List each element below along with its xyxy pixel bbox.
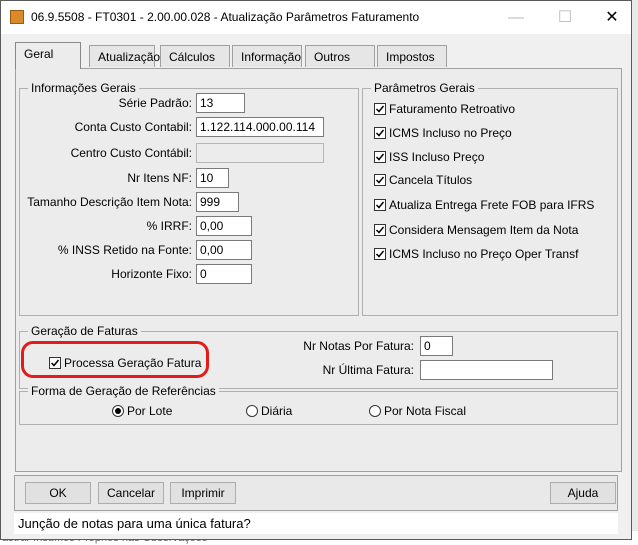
serie-padrao-input[interactable]: 13 bbox=[196, 93, 245, 113]
maximize-button[interactable]: ☐ bbox=[542, 1, 588, 34]
group-title: Informações Gerais bbox=[28, 81, 139, 95]
conta-custo-input[interactable]: 1.122.114.000.00.114 bbox=[196, 117, 324, 137]
tab-atualizacao[interactable]: Atualização bbox=[89, 45, 160, 67]
checkbox-label: Atualiza Entrega Frete FOB para IFRS bbox=[389, 198, 595, 212]
cancel-button[interactable]: Cancelar bbox=[98, 482, 164, 504]
label-nr-notas-por-fatura: Nr Notas Por Fatura: bbox=[303, 339, 414, 353]
status-bar: Junção de notas para uma única fatura? bbox=[14, 513, 618, 534]
checkbox-faturamento-retroativo[interactable]: Faturamento Retroativo bbox=[374, 102, 515, 116]
checkbox-box[interactable] bbox=[374, 127, 386, 139]
group-title: Geração de Faturas bbox=[28, 324, 141, 338]
radio-circle[interactable] bbox=[369, 405, 381, 417]
label-serie-padrao: Série Padrão: bbox=[118, 96, 192, 110]
label-irrf: % IRRF: bbox=[146, 219, 192, 233]
ok-button[interactable]: OK bbox=[25, 482, 91, 504]
irrf-input[interactable]: 0,00 bbox=[196, 216, 252, 236]
group-parametros-gerais: Parâmetros Gerais Faturamento Retroativo… bbox=[362, 81, 618, 316]
red-highlight-annotation bbox=[21, 341, 209, 378]
checkbox-box[interactable] bbox=[374, 248, 386, 260]
tab-panel-geral: Informações Gerais Série Padrão: 13 Cont… bbox=[15, 68, 622, 472]
nr-itens-input[interactable]: 10 bbox=[196, 168, 229, 188]
radio-label: Por Nota Fiscal bbox=[384, 404, 467, 418]
checkbox-box[interactable] bbox=[374, 174, 386, 186]
checkbox-label: ISS Incluso Preço bbox=[389, 150, 485, 164]
radio-por-nota-fiscal[interactable]: Por Nota Fiscal bbox=[369, 404, 466, 418]
checkbox-box[interactable] bbox=[374, 103, 386, 115]
horizonte-fixo-input[interactable]: 0 bbox=[196, 264, 252, 284]
label-tamanho-descricao: Tamanho Descrição Item Nota: bbox=[27, 195, 192, 209]
label-centro-custo: Centro Custo Contábil: bbox=[70, 146, 192, 160]
checkbox-label: Considera Mensagem Item da Nota bbox=[389, 223, 579, 237]
checkbox-icms-incluso[interactable]: ICMS Incluso no Preço bbox=[374, 126, 512, 140]
checkbox-box[interactable] bbox=[374, 199, 386, 211]
label-nr-itens: Nr Itens NF: bbox=[127, 171, 192, 185]
window-title: 06.9.5508 - FT0301 - 2.00.00.028 - Atual… bbox=[31, 10, 420, 24]
group-title: Forma de Geração de Referências bbox=[28, 384, 219, 398]
radio-label: Diária bbox=[261, 404, 293, 418]
checkbox-box[interactable] bbox=[374, 151, 386, 163]
group-title: Parâmetros Gerais bbox=[371, 81, 478, 95]
checkbox-box[interactable] bbox=[374, 224, 386, 236]
radio-circle[interactable] bbox=[112, 405, 124, 417]
radio-circle[interactable] bbox=[246, 405, 258, 417]
checkbox-icms-oper-transf[interactable]: ICMS Incluso no Preço Oper Transf bbox=[374, 247, 578, 261]
checkbox-label: Faturamento Retroativo bbox=[389, 102, 516, 116]
checkbox-label: Cancela Títulos bbox=[389, 173, 473, 187]
radio-diaria[interactable]: Diária bbox=[246, 404, 292, 418]
print-button[interactable]: Imprimir bbox=[170, 482, 236, 504]
app-icon bbox=[10, 10, 24, 24]
tab-control: Geral Atualização Cálculos Informação Ou… bbox=[13, 42, 626, 473]
centro-custo-input[interactable] bbox=[196, 143, 324, 163]
group-informacoes-gerais: Informações Gerais Série Padrão: 13 Cont… bbox=[19, 81, 359, 316]
tab-impostos[interactable]: Impostos bbox=[377, 45, 447, 67]
tab-outros[interactable]: Outros bbox=[305, 45, 375, 67]
inss-input[interactable]: 0,00 bbox=[196, 240, 252, 260]
checkbox-atualiza-entrega-frete[interactable]: Atualiza Entrega Frete FOB para IFRS bbox=[374, 198, 594, 212]
label-inss: % INSS Retido na Fonte: bbox=[57, 243, 192, 257]
title-bar: 06.9.5508 - FT0301 - 2.00.00.028 - Atual… bbox=[1, 1, 631, 34]
minimize-button[interactable]: — bbox=[493, 1, 539, 34]
checkbox-iss-incluso[interactable]: ISS Incluso Preço bbox=[374, 150, 484, 164]
tamanho-descricao-input[interactable]: 999 bbox=[196, 192, 239, 212]
label-horizonte-fixo: Horizonte Fixo: bbox=[111, 267, 192, 281]
tab-calculos[interactable]: Cálculos bbox=[160, 45, 230, 67]
label-conta-custo: Conta Custo Contabil: bbox=[74, 120, 192, 134]
tab-geral[interactable]: Geral bbox=[15, 42, 81, 69]
checkbox-considera-mensagem[interactable]: Considera Mensagem Item da Nota bbox=[374, 223, 578, 237]
radio-por-lote[interactable]: Por Lote bbox=[112, 404, 172, 418]
nr-ultima-fatura-input[interactable] bbox=[420, 360, 553, 380]
button-bar: OK Cancelar Imprimir Ajuda bbox=[14, 475, 618, 511]
radio-label: Por Lote bbox=[127, 404, 173, 418]
label-nr-ultima-fatura: Nr Última Fatura: bbox=[322, 363, 414, 377]
checkbox-label: ICMS Incluso no Preço Oper Transf bbox=[389, 247, 579, 261]
tab-informacao[interactable]: Informação bbox=[232, 45, 302, 67]
nr-notas-por-fatura-input[interactable]: 0 bbox=[420, 336, 453, 356]
checkbox-cancela-titulos[interactable]: Cancela Títulos bbox=[374, 173, 472, 187]
close-button[interactable]: ✕ bbox=[589, 1, 635, 34]
checkbox-label: ICMS Incluso no Preço bbox=[389, 126, 512, 140]
dialog-window: 06.9.5508 - FT0301 - 2.00.00.028 - Atual… bbox=[0, 0, 632, 540]
help-button[interactable]: Ajuda bbox=[550, 482, 616, 504]
group-forma-geracao: Forma de Geração de Referências Por Lote… bbox=[19, 384, 618, 425]
